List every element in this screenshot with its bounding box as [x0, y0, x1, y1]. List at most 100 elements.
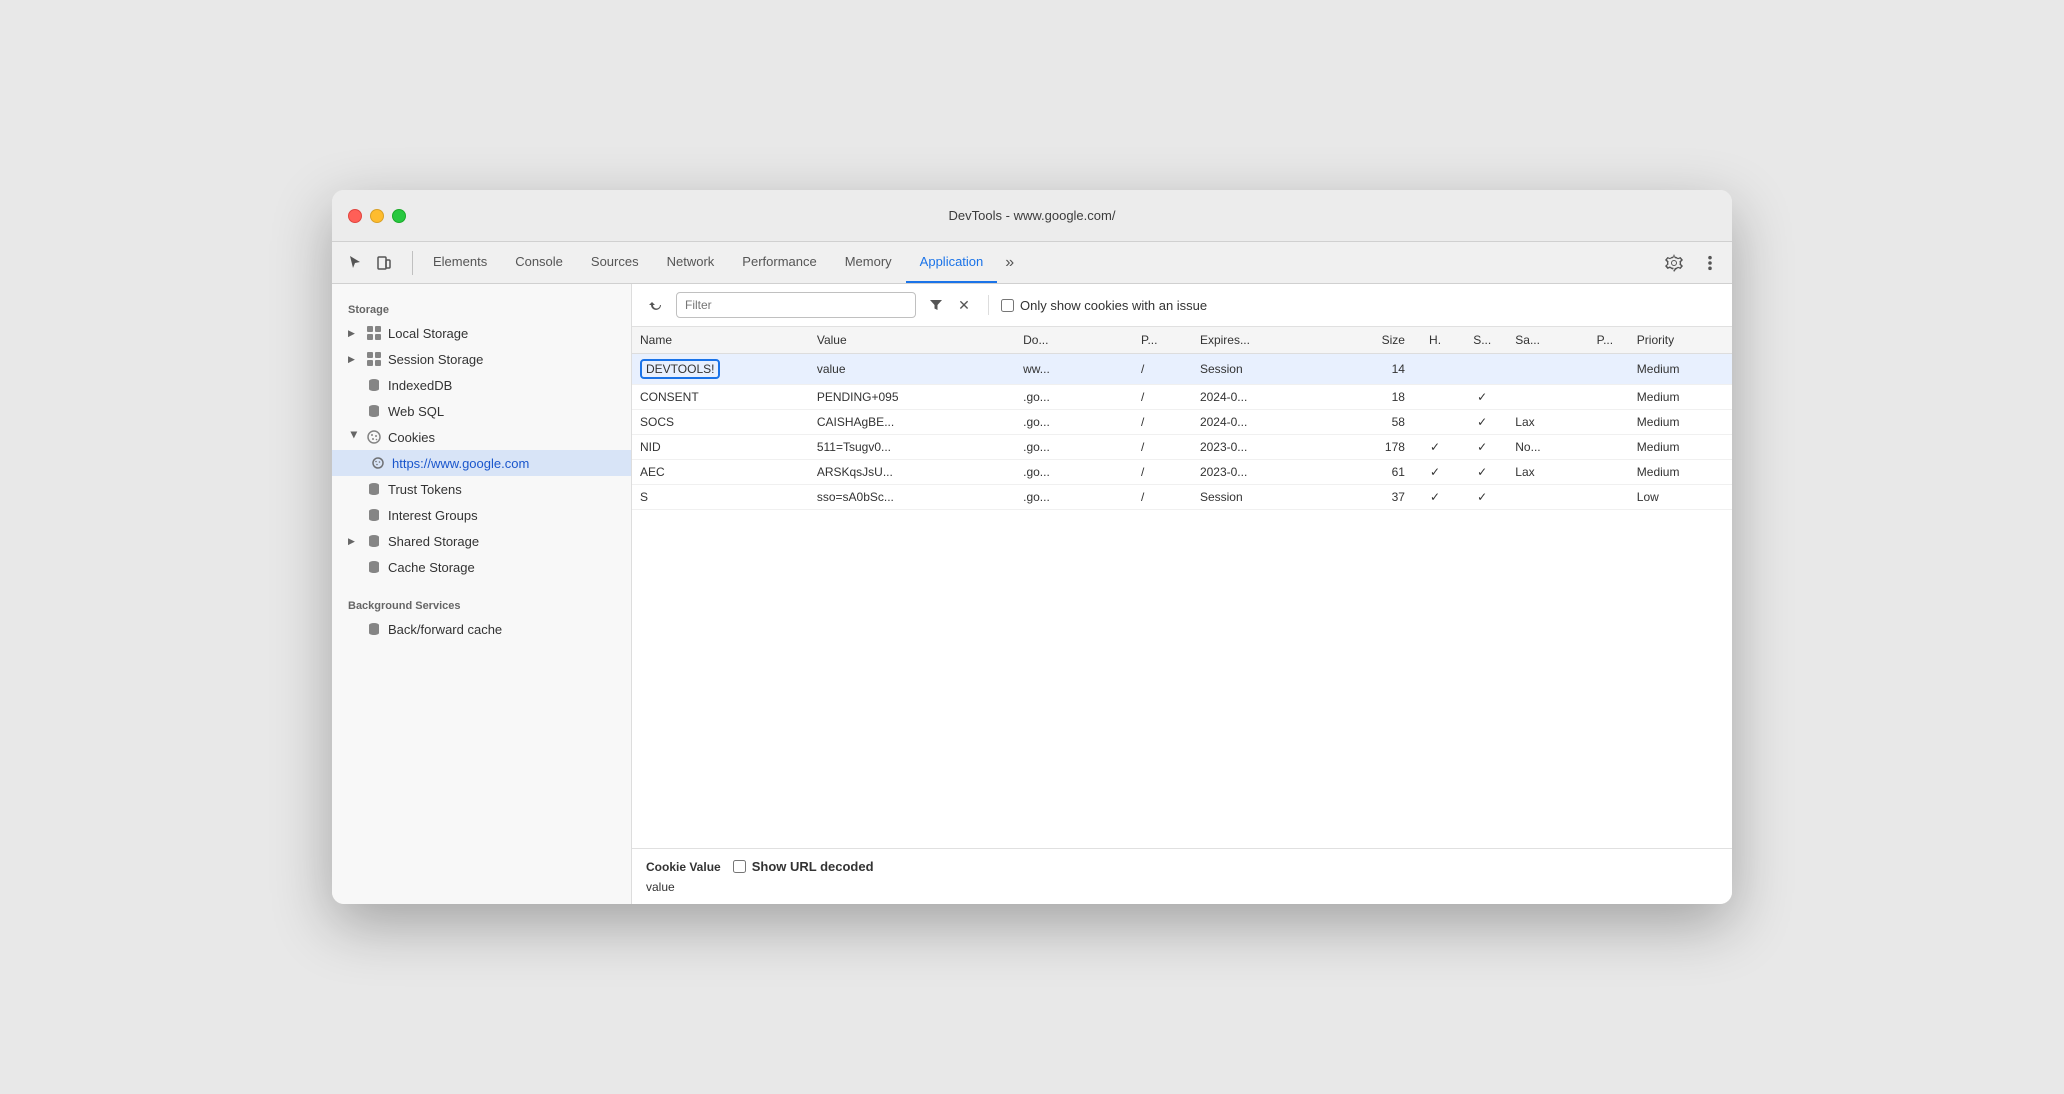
cursor-icon[interactable] — [340, 249, 368, 277]
arrow-icon: ▶ — [349, 431, 360, 443]
tab-performance[interactable]: Performance — [728, 242, 830, 283]
sidebar-item-cookies[interactable]: ▶ Cookies — [332, 424, 631, 450]
cookie-domain-cell: .go... — [1015, 435, 1133, 460]
cookie-path-cell: / — [1133, 435, 1192, 460]
table-row[interactable]: DEVTOOLS! value ww... / Session 14 Mediu… — [632, 354, 1732, 385]
cookie-s-cell — [1457, 354, 1507, 385]
arrow-icon: ▶ — [348, 354, 360, 365]
cookie-value-cell: sso=sA0bSc... — [809, 485, 1015, 510]
cookie-name-cell: S — [632, 485, 809, 510]
cookie-sa-cell — [1507, 485, 1581, 510]
col-priority-header[interactable]: Priority — [1629, 327, 1732, 354]
col-expires-header[interactable]: Expires... — [1192, 327, 1339, 354]
filter-icons: ✕ — [924, 293, 976, 317]
refresh-button[interactable] — [644, 293, 668, 317]
filter-settings-icon[interactable] — [924, 293, 948, 317]
col-path-header[interactable]: P... — [1133, 327, 1192, 354]
col-size-header[interactable]: Size — [1339, 327, 1413, 354]
background-services-label: Background Services — [332, 592, 631, 616]
show-decoded-label[interactable]: Show URL decoded — [733, 859, 874, 874]
table-row[interactable]: NID 511=Tsugv0... .go... / 2023-0... 178… — [632, 435, 1732, 460]
show-decoded-checkbox[interactable] — [733, 860, 746, 873]
sidebar-item-web-sql[interactable]: ▶ Web SQL — [332, 398, 631, 424]
tab-more-button[interactable]: » — [997, 242, 1022, 283]
cookie-size-cell: 61 — [1339, 460, 1413, 485]
sidebar-item-trust-tokens[interactable]: ▶ Trust Tokens — [332, 476, 631, 502]
filter-bar: ✕ Only show cookies with an issue — [632, 284, 1732, 327]
cookie-expires-cell: 2024-0... — [1192, 385, 1339, 410]
back-forward-cache-label: Back/forward cache — [388, 622, 502, 637]
tab-console[interactable]: Console — [501, 242, 577, 283]
cookie-size-cell: 178 — [1339, 435, 1413, 460]
cookie-p-cell — [1581, 485, 1629, 510]
col-name-header[interactable]: Name — [632, 327, 809, 354]
cookie-p-cell — [1581, 354, 1629, 385]
sidebar-item-cache-storage[interactable]: ▶ Cache Storage — [332, 554, 631, 580]
col-value-header[interactable]: Value — [809, 327, 1015, 354]
close-button[interactable] — [348, 209, 362, 223]
col-domain-header[interactable]: Do... — [1015, 327, 1133, 354]
col-sa-header[interactable]: Sa... — [1507, 327, 1581, 354]
cookie-name-cell: AEC — [632, 460, 809, 485]
cookie-table: Name Value Do... P... Expires... Size H.… — [632, 327, 1732, 848]
device-icon[interactable] — [370, 249, 398, 277]
cookie-path-cell: / — [1133, 410, 1192, 435]
issue-filter-checkbox-label[interactable]: Only show cookies with an issue — [1001, 298, 1207, 313]
filter-input[interactable] — [676, 292, 916, 318]
table-row[interactable]: S sso=sA0bSc... .go... / Session 37 ✓ ✓ … — [632, 485, 1732, 510]
sidebar-item-indexeddb[interactable]: ▶ IndexedDB — [332, 372, 631, 398]
tab-sources[interactable]: Sources — [577, 242, 653, 283]
tab-application[interactable]: Application — [906, 242, 998, 283]
cookie-h-cell — [1413, 410, 1457, 435]
cookie-expires-cell: 2023-0... — [1192, 435, 1339, 460]
issue-filter-checkbox[interactable] — [1001, 299, 1014, 312]
session-storage-label: Session Storage — [388, 352, 483, 367]
cookie-value-header: Cookie Value Show URL decoded — [646, 859, 1718, 874]
cookie-path-cell: / — [1133, 354, 1192, 385]
table-row[interactable]: AEC ARSKqsJsU... .go... / 2023-0... 61 ✓… — [632, 460, 1732, 485]
devtools-highlight: DEVTOOLS! — [640, 359, 720, 379]
sidebar-item-local-storage[interactable]: ▶ Local Storage — [332, 320, 631, 346]
clear-filter-icon[interactable]: ✕ — [952, 293, 976, 317]
cookie-sa-cell — [1507, 354, 1581, 385]
tab-elements[interactable]: Elements — [419, 242, 501, 283]
table-row[interactable]: CONSENT PENDING+095 .go... / 2024-0... 1… — [632, 385, 1732, 410]
arrow-icon: ▶ — [348, 536, 360, 547]
sidebar-item-session-storage[interactable]: ▶ Session Storage — [332, 346, 631, 372]
cookie-small-icon — [370, 455, 386, 471]
tab-network[interactable]: Network — [653, 242, 729, 283]
cookie-size-cell: 18 — [1339, 385, 1413, 410]
minimize-button[interactable] — [370, 209, 384, 223]
interest-groups-label: Interest Groups — [388, 508, 478, 523]
cookie-domain-cell: .go... — [1015, 410, 1133, 435]
cookie-p-cell — [1581, 435, 1629, 460]
more-options-icon[interactable] — [1696, 249, 1724, 277]
traffic-lights — [348, 209, 406, 223]
cookie-sa-cell: Lax — [1507, 410, 1581, 435]
cookie-expires-cell: 2023-0... — [1192, 460, 1339, 485]
cookie-expires-cell: Session — [1192, 485, 1339, 510]
fullscreen-button[interactable] — [392, 209, 406, 223]
cookie-priority-cell: Medium — [1629, 385, 1732, 410]
sidebar-item-back-forward-cache[interactable]: ▶ Back/forward cache — [332, 616, 631, 642]
table-row[interactable]: SOCS CAISHAgBE... .go... / 2024-0... 58 … — [632, 410, 1732, 435]
col-p-header[interactable]: P... — [1581, 327, 1629, 354]
settings-icon[interactable] — [1660, 249, 1688, 277]
cookie-h-cell — [1413, 385, 1457, 410]
tab-memory[interactable]: Memory — [831, 242, 906, 283]
cookie-name-cell: CONSENT — [632, 385, 809, 410]
db-icon — [366, 481, 382, 497]
cookie-name-cell: NID — [632, 435, 809, 460]
sidebar-item-interest-groups[interactable]: ▶ Interest Groups — [332, 502, 631, 528]
db-icon — [366, 403, 382, 419]
sidebar-item-shared-storage[interactable]: ▶ Shared Storage — [332, 528, 631, 554]
cookie-value-cell: 511=Tsugv0... — [809, 435, 1015, 460]
col-h-header[interactable]: H. — [1413, 327, 1457, 354]
sidebar-item-google-cookies[interactable]: https://www.google.com — [332, 450, 631, 476]
col-s-header[interactable]: S... — [1457, 327, 1507, 354]
cookie-priority-cell: Medium — [1629, 354, 1732, 385]
cache-storage-label: Cache Storage — [388, 560, 475, 575]
storage-section-label: Storage — [332, 296, 631, 320]
cookie-value-display: value — [646, 880, 1718, 894]
cookie-size-cell: 37 — [1339, 485, 1413, 510]
